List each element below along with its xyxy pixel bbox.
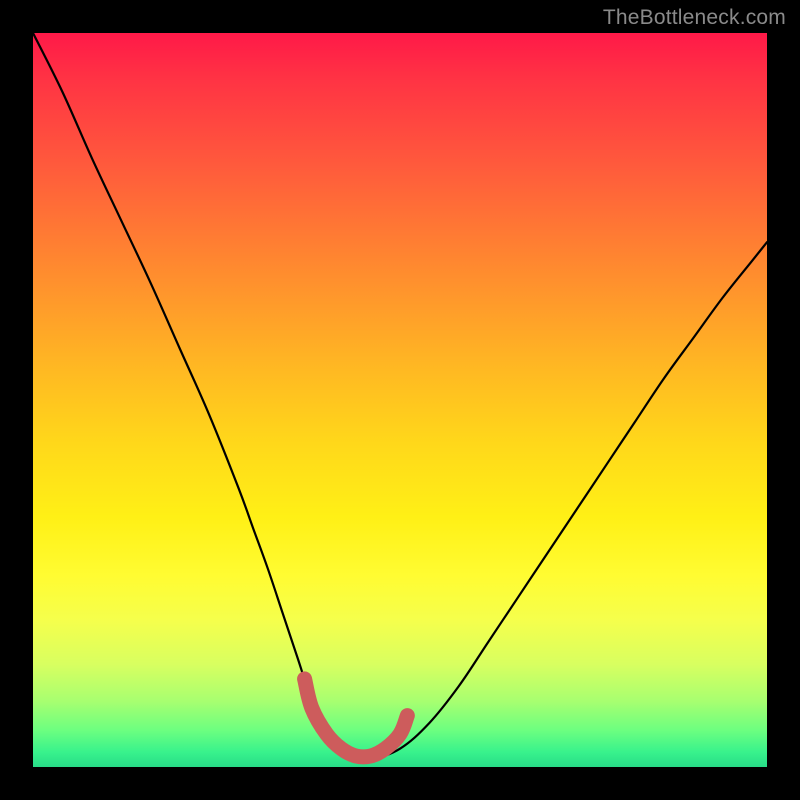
bottleneck-curve xyxy=(33,33,767,761)
watermark-text: TheBottleneck.com xyxy=(603,6,786,30)
chart-frame: TheBottleneck.com xyxy=(0,0,800,800)
plot-area xyxy=(33,33,767,767)
curve-layer xyxy=(33,33,767,767)
trough-marker xyxy=(305,679,408,757)
